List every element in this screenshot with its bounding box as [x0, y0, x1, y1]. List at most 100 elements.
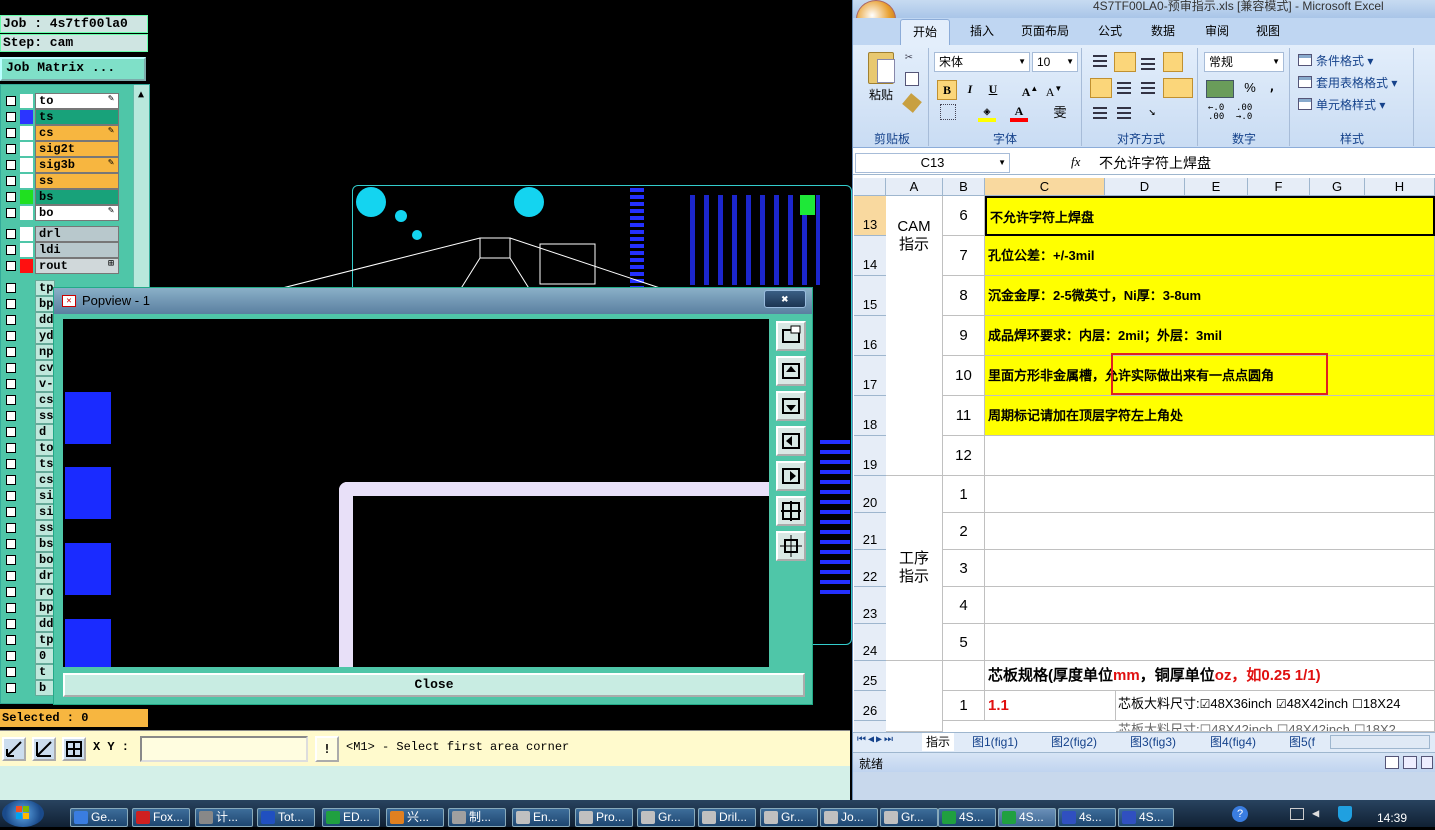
cell-c-note[interactable] — [985, 624, 1435, 661]
cell-c-note[interactable] — [985, 513, 1435, 550]
layer-checkbox[interactable] — [6, 539, 16, 549]
tab-6[interactable]: 视图 — [1248, 19, 1288, 45]
layer-checkbox[interactable] — [6, 459, 16, 469]
layer-checkbox[interactable] — [6, 160, 16, 170]
cell-b25[interactable] — [943, 661, 985, 691]
column-header[interactable]: F — [1248, 178, 1310, 196]
cell-b[interactable]: 2 — [943, 513, 985, 550]
taskbar-item[interactable]: Gr... — [637, 808, 695, 827]
popview-up-button[interactable] — [776, 356, 806, 386]
layer-checkbox[interactable] — [6, 192, 16, 202]
align-center-button[interactable] — [1114, 78, 1134, 98]
job-matrix-button[interactable]: Job Matrix ... — [0, 57, 146, 81]
phonetic-button[interactable]: 雯 — [1045, 102, 1075, 122]
column-header[interactable]: B — [943, 178, 985, 196]
align-middle-button[interactable] — [1114, 52, 1136, 72]
layer-checkbox[interactable] — [6, 261, 16, 271]
section-process[interactable]: 工序 指示 — [886, 476, 943, 661]
align-bottom-button[interactable] — [1138, 52, 1158, 72]
cell-b[interactable]: 5 — [943, 624, 985, 661]
align-top-button[interactable] — [1090, 52, 1110, 72]
layer-checkbox[interactable] — [6, 229, 16, 239]
align-left-button[interactable] — [1090, 78, 1112, 98]
cell-c-note[interactable] — [985, 550, 1435, 587]
taskbar-item[interactable]: 4S... — [998, 808, 1056, 827]
layer-checkbox[interactable] — [6, 587, 16, 597]
cell-b[interactable]: 11 — [943, 396, 985, 436]
core-size-options-2[interactable]: 芯板大料尺寸:☐48X42inch ☐48X42inch ☐18X2 — [1116, 721, 1435, 732]
taskbar-item[interactable]: Gr... — [760, 808, 818, 827]
taskbar-item[interactable]: Dril... — [698, 808, 756, 827]
row-header-27[interactable] — [854, 721, 886, 732]
percent-button[interactable]: % — [1240, 80, 1260, 98]
layer-row[interactable]: cs ✎ — [1, 125, 121, 141]
alert-icon[interactable]: ! — [315, 736, 339, 762]
grow-font-button[interactable]: A▲ — [1020, 80, 1040, 100]
popview-zoom-out-button[interactable] — [776, 531, 806, 561]
popview-zoom-in-button[interactable] — [776, 496, 806, 526]
layer-checkbox[interactable] — [6, 507, 16, 517]
layer-checkbox[interactable] — [6, 128, 16, 138]
layer-checkbox[interactable] — [6, 523, 16, 533]
bold-button[interactable]: B — [937, 80, 957, 100]
row-header[interactable]: 17 — [854, 356, 886, 396]
layer-checkbox[interactable] — [6, 96, 16, 106]
checkbox-icon[interactable]: ☐ — [1354, 722, 1366, 731]
taskbar-item[interactable]: 4S... — [938, 808, 996, 827]
popview-canvas[interactable] — [63, 319, 769, 667]
decrease-decimal-button[interactable]: .00 →.0 — [1236, 104, 1258, 122]
column-header[interactable]: G — [1310, 178, 1365, 196]
orientation-button[interactable]: ↘ — [1140, 104, 1164, 122]
tab-3[interactable]: 公式 — [1088, 19, 1132, 45]
italic-button[interactable]: I — [960, 80, 980, 100]
layer-row[interactable]: ldi — [1, 242, 121, 258]
cell-c-note[interactable]: 成品焊环要求：内层：2mil；外层：3mil — [985, 316, 1435, 356]
column-header[interactable]: A — [886, 178, 943, 196]
view-layout-icon[interactable] — [1403, 756, 1417, 769]
sheet-tab[interactable]: 图4(fig4) — [1206, 733, 1260, 751]
taskbar-item[interactable]: 计... — [195, 808, 253, 827]
checkbox-icon[interactable]: ☑ — [1276, 697, 1287, 711]
tab-4[interactable]: 数据 — [1140, 19, 1186, 45]
excel-titlebar[interactable]: 4S7TF00LA0-预审指示.xls [兼容模式] - Microsoft E… — [853, 0, 1435, 18]
column-header[interactable]: H — [1365, 178, 1435, 196]
taskbar-item[interactable]: Gr... — [880, 808, 938, 827]
row-header[interactable]: 19 — [854, 436, 886, 476]
sheet-tab[interactable]: 图1(fig1) — [968, 733, 1022, 751]
row-header[interactable]: 16 — [854, 316, 886, 356]
volume-icon[interactable]: ◀ — [1312, 806, 1319, 820]
section-cam[interactable]: CAM 指示 — [886, 196, 943, 476]
layer-checkbox[interactable] — [6, 395, 16, 405]
layer-row[interactable]: to ✎ — [1, 93, 121, 109]
measure-tool-icon[interactable] — [32, 737, 56, 761]
cell-b26[interactable]: 1 — [943, 691, 985, 721]
row-header[interactable]: 24 — [854, 624, 886, 661]
checkbox-icon[interactable]: ☑ — [1200, 697, 1211, 711]
layer-checkbox[interactable] — [6, 208, 16, 218]
layer-row[interactable]: bo ✎ — [1, 205, 121, 221]
popview-fit-button[interactable] — [776, 321, 806, 351]
layer-row[interactable]: ts — [1, 109, 121, 125]
taskbar-item[interactable]: Tot... — [257, 808, 315, 827]
layer-row[interactable]: rout ⊞ — [1, 258, 121, 274]
number-format-select[interactable]: 常规 ▼ — [1204, 52, 1284, 72]
network-icon[interactable] — [1290, 808, 1304, 820]
taskbar-item[interactable]: En... — [512, 808, 570, 827]
xy-input[interactable] — [140, 736, 308, 762]
layer-checkbox[interactable] — [6, 683, 16, 693]
checkbox-icon[interactable]: ☐ — [1200, 722, 1212, 731]
grid-tool-icon[interactable] — [62, 737, 86, 761]
layer-checkbox[interactable] — [6, 443, 16, 453]
column-header[interactable]: C — [985, 178, 1105, 196]
tab-1[interactable]: 插入 — [962, 19, 1002, 45]
core-spec-header[interactable]: 芯板规格(厚度单位mm，铜厚单位oz，如0.25 1/1) — [985, 661, 1435, 691]
underline-button[interactable]: U — [983, 80, 1003, 100]
wrap-text-button[interactable] — [1163, 52, 1183, 72]
cell-c-note[interactable]: 孔位公差：+/-3mil — [985, 236, 1435, 276]
font-color-button[interactable]: A — [1010, 104, 1028, 122]
paste-button[interactable]: 粘贴 — [864, 50, 898, 110]
row-header[interactable]: 21 — [854, 513, 886, 550]
layer-row[interactable]: sig2t — [1, 141, 121, 157]
format-as-table-button[interactable]: 套用表格格式 ▾ — [1298, 74, 1408, 92]
font-size-select[interactable]: 10 ▼ — [1032, 52, 1078, 72]
